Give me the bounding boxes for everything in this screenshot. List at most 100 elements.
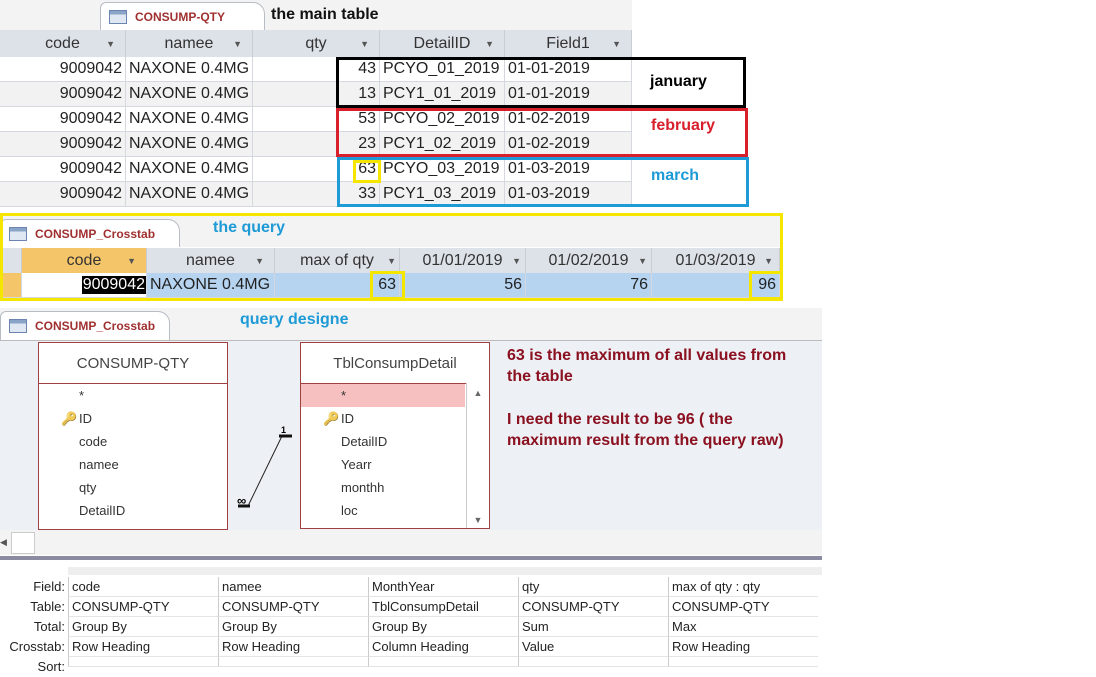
scroll-thumb[interactable] <box>11 532 35 554</box>
field-item[interactable]: namee <box>39 453 227 476</box>
relation-many: ∞ <box>237 493 247 508</box>
grid-row: Table: CONSUMP-QTY CONSUMP-QTY TblConsumpDe… <box>0 597 822 617</box>
february-label: february <box>651 117 716 134</box>
field-item[interactable]: * <box>301 384 465 407</box>
grid-cell[interactable]: CONSUMP-QTY <box>668 597 818 617</box>
primary-key-icon: 🔑 <box>61 410 78 426</box>
cell-code[interactable]: 9009042 <box>0 82 126 106</box>
dropdown-icon[interactable]: ▼ <box>106 39 115 49</box>
field-item[interactable]: code <box>39 430 227 453</box>
grid-cell[interactable]: CONSUMP-QTY <box>518 597 668 617</box>
field-label: DetailID <box>341 434 388 449</box>
grid-cell[interactable]: CONSUMP-QTY <box>218 597 368 617</box>
grid-cell[interactable] <box>518 657 668 667</box>
primary-key-icon: 🔑 <box>323 410 340 426</box>
field-label: code <box>79 434 108 449</box>
grid-cell[interactable]: MonthYear <box>368 577 518 597</box>
column-header-detailid[interactable]: DetailID ▼ <box>380 30 505 57</box>
grid-cell[interactable]: Row Heading <box>218 637 368 657</box>
field-item[interactable]: MonthYear <box>301 522 465 528</box>
cell-code[interactable]: 9009042 <box>0 57 126 81</box>
grid-row-label: Total: <box>33 619 65 634</box>
scroll-up-icon[interactable]: ▲ <box>467 388 489 398</box>
field-item[interactable]: Yearr <box>301 453 465 476</box>
grid-cell[interactable] <box>368 657 518 667</box>
main-table-header: code ▼ namee ▼ qty ▼ DetailID ▼ Field1 ▼ <box>0 30 632 58</box>
field-item[interactable]: qty <box>39 476 227 499</box>
grid-cell[interactable]: Row Heading <box>68 637 218 657</box>
column-header-field1[interactable]: Field1 ▼ <box>505 30 632 57</box>
cell-namee[interactable]: NAXONE 0.4MG <box>126 132 253 156</box>
grid-cell[interactable]: Value <box>518 637 668 657</box>
grid-cell[interactable]: CONSUMP-QTY <box>68 597 218 617</box>
max-of-qty-highlight <box>370 271 405 300</box>
grid-cell[interactable]: max of qty : qty <box>668 577 818 597</box>
field-label: DetailID <box>79 503 126 518</box>
scroll-left-icon[interactable]: ◀ <box>0 537 7 548</box>
cell-code[interactable]: 9009042 <box>0 107 126 131</box>
header-label: Field1 <box>546 34 590 52</box>
field-item[interactable]: DetailID <box>301 430 465 453</box>
column-header-namee[interactable]: namee ▼ <box>126 30 253 57</box>
query-icon <box>9 319 27 333</box>
grid-cell[interactable]: Group By <box>68 617 218 637</box>
sort-dropdown-icon[interactable]: ▼ <box>612 39 621 49</box>
field-list-scrollbar[interactable]: ▲ ▼ <box>466 383 489 528</box>
field-item[interactable]: loc <box>301 499 465 522</box>
comment-1: 63 is the maximum of all values from the… <box>507 347 787 385</box>
dropdown-icon[interactable]: ▼ <box>233 39 242 49</box>
grid-cell[interactable]: Column Heading <box>368 637 518 657</box>
grid-row: Field: code namee MonthYear qty max of qty : … <box>0 577 822 597</box>
grid-cell[interactable] <box>668 657 818 667</box>
grid-cell[interactable]: Group By <box>368 617 518 637</box>
table-tblconsumpdetail[interactable]: TblConsumpDetail * 🔑 ID DetailID Yearr monthh… <box>300 342 490 529</box>
cell-namee[interactable]: NAXONE 0.4MG <box>126 82 253 106</box>
table-title[interactable]: CONSUMP-QTY <box>39 343 227 384</box>
grid-cell[interactable]: Group By <box>218 617 368 637</box>
tab-design[interactable]: CONSUMP_Crosstab <box>0 311 170 340</box>
header-label: namee <box>164 34 214 52</box>
max-63-highlight-box <box>353 160 381 183</box>
horizontal-scrollbar[interactable]: ◀ <box>0 530 822 555</box>
main-table-note: the main table <box>271 6 379 23</box>
field-label: namee <box>79 457 119 472</box>
grid-cell[interactable]: Row Heading <box>668 637 818 657</box>
grid-cell[interactable]: code <box>68 577 218 597</box>
field-item[interactable]: DetailID <box>39 499 227 522</box>
grid-row: Sort: <box>0 657 822 674</box>
january-label: january <box>650 73 707 90</box>
grid-cell[interactable]: TblConsumpDetail <box>368 597 518 617</box>
grid-row-label: Crosstab: <box>9 639 65 654</box>
dropdown-icon[interactable]: ▼ <box>360 39 369 49</box>
cell-code[interactable]: 9009042 <box>0 157 126 181</box>
cell-namee[interactable]: NAXONE 0.4MG <box>126 157 253 181</box>
cell-code[interactable]: 9009042 <box>0 132 126 156</box>
grid-cell[interactable]: namee <box>218 577 368 597</box>
cell-namee[interactable]: NAXONE 0.4MG <box>126 107 253 131</box>
field-item[interactable]: * <box>39 384 227 407</box>
table-consump-qty[interactable]: CONSUMP-QTY * 🔑 ID code namee qty DetailID <box>38 342 228 530</box>
cell-code[interactable]: 9009042 <box>0 182 126 206</box>
field-item[interactable]: monthh <box>301 476 465 499</box>
dropdown-icon[interactable]: ▼ <box>485 39 494 49</box>
field-item[interactable]: 🔑 ID <box>301 407 465 430</box>
column-header-code[interactable]: code ▼ <box>0 30 126 57</box>
grid-cell[interactable] <box>68 657 218 667</box>
cell-namee[interactable]: NAXONE 0.4MG <box>126 182 253 206</box>
table-title[interactable]: TblConsumpDetail <box>301 343 489 384</box>
field-label: qty <box>79 480 97 495</box>
relation-one: 1 <box>281 425 287 435</box>
tab-label: CONSUMP_Crosstab <box>35 319 156 333</box>
splitter[interactable] <box>0 556 822 560</box>
grid-cell[interactable]: Max <box>668 617 818 637</box>
grid-cell[interactable] <box>218 657 368 667</box>
grid-cell[interactable]: qty <box>518 577 668 597</box>
column-header-qty[interactable]: qty ▼ <box>253 30 380 57</box>
design-grid: Field: code namee MonthYear qty max of qty : … <box>0 577 822 674</box>
scroll-down-icon[interactable]: ▼ <box>467 515 489 525</box>
tab-consump-qty[interactable]: CONSUMP-QTY <box>100 2 265 31</box>
header-label: DetailID <box>413 34 471 52</box>
grid-cell[interactable]: Sum <box>518 617 668 637</box>
cell-namee[interactable]: NAXONE 0.4MG <box>126 57 253 81</box>
field-item[interactable]: 🔑 ID <box>39 407 227 430</box>
